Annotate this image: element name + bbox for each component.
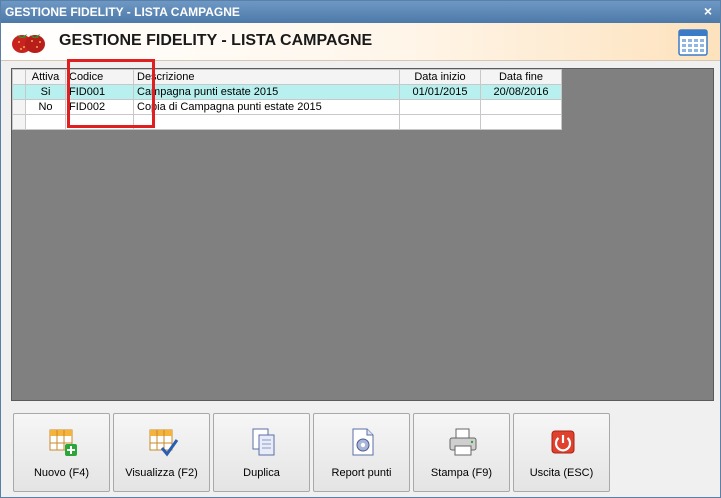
- cell-descrizione[interactable]: Copia di Campagna punti estate 2015: [133, 99, 400, 115]
- cell-attiva[interactable]: Si: [25, 84, 66, 100]
- strawberry-icon: [12, 34, 45, 53]
- uscita-button-label: Uscita (ESC): [529, 467, 594, 479]
- uscita-button[interactable]: Uscita (ESC): [513, 413, 610, 492]
- table-row-new[interactable]: [12, 114, 562, 130]
- copy-icon: [252, 428, 275, 456]
- cell-data-fine[interactable]: [480, 99, 562, 115]
- cell-data-inizio[interactable]: 01/01/2015: [399, 84, 481, 100]
- report-gear-icon: [352, 428, 374, 456]
- column-header-codice[interactable]: Codice: [65, 69, 134, 85]
- cell-descrizione[interactable]: [133, 114, 400, 130]
- power-icon: [551, 430, 575, 454]
- page-title: GESTIONE FIDELITY - LISTA CAMPAGNE: [59, 32, 373, 49]
- cell-attiva[interactable]: [25, 114, 66, 130]
- cell-descrizione[interactable]: Campagna punti estate 2015: [133, 84, 400, 100]
- app-window: GESTIONE FIDELITY - LISTA CAMPAGNE × GES…: [0, 0, 721, 498]
- column-header-data-fine[interactable]: Data fine: [480, 69, 562, 85]
- cell-codice[interactable]: FID001: [65, 84, 134, 100]
- visualizza-button-label: Visualizza (F2): [125, 467, 198, 479]
- grid-header-row: Attiva Codice Descrizione Data inizio Da…: [12, 69, 562, 85]
- duplica-button[interactable]: Duplica: [213, 413, 310, 492]
- row-header[interactable]: [12, 84, 26, 100]
- cell-data-inizio[interactable]: [399, 99, 481, 115]
- title-bar: GESTIONE FIDELITY - LISTA CAMPAGNE ×: [1, 1, 720, 23]
- column-header-data-inizio[interactable]: Data inizio: [399, 69, 481, 85]
- page-header: GESTIONE FIDELITY - LISTA CAMPAGNE: [1, 23, 720, 61]
- printer-icon: [449, 428, 477, 456]
- cell-attiva[interactable]: No: [25, 99, 66, 115]
- cell-data-inizio[interactable]: [399, 114, 481, 130]
- stampa-button[interactable]: Stampa (F9): [413, 413, 510, 492]
- visualizza-button[interactable]: Visualizza (F2): [113, 413, 210, 492]
- report-punti-button[interactable]: Report punti: [313, 413, 410, 492]
- row-header-corner: [12, 69, 26, 85]
- cell-codice[interactable]: FID002: [65, 99, 134, 115]
- table-row[interactable]: Si FID001 Campagna punti estate 2015 01/…: [12, 84, 562, 100]
- duplica-button-label: Duplica: [243, 467, 280, 479]
- grid-check-icon: [149, 429, 179, 457]
- nuovo-button-label: Nuovo (F4): [33, 467, 90, 479]
- row-header[interactable]: [12, 114, 26, 130]
- grid-add-icon: [49, 429, 77, 456]
- campaign-grid[interactable]: Attiva Codice Descrizione Data inizio Da…: [12, 69, 562, 130]
- campaign-grid-area[interactable]: Attiva Codice Descrizione Data inizio Da…: [11, 68, 714, 401]
- window-title: GESTIONE FIDELITY - LISTA CAMPAGNE: [5, 5, 240, 19]
- calendar-icon[interactable]: [678, 28, 708, 56]
- cell-codice[interactable]: [65, 114, 134, 130]
- row-header[interactable]: [12, 99, 26, 115]
- report-punti-button-label: Report punti: [331, 467, 392, 479]
- close-icon[interactable]: ×: [704, 3, 712, 19]
- nuovo-button[interactable]: Nuovo (F4): [13, 413, 110, 492]
- stampa-button-label: Stampa (F9): [430, 467, 493, 479]
- table-row[interactable]: No FID002 Copia di Campagna punti estate…: [12, 99, 562, 115]
- cell-data-fine[interactable]: [480, 114, 562, 130]
- column-header-descrizione[interactable]: Descrizione: [133, 69, 400, 85]
- column-header-attiva[interactable]: Attiva: [25, 69, 66, 85]
- cell-data-fine[interactable]: 20/08/2016: [480, 84, 562, 100]
